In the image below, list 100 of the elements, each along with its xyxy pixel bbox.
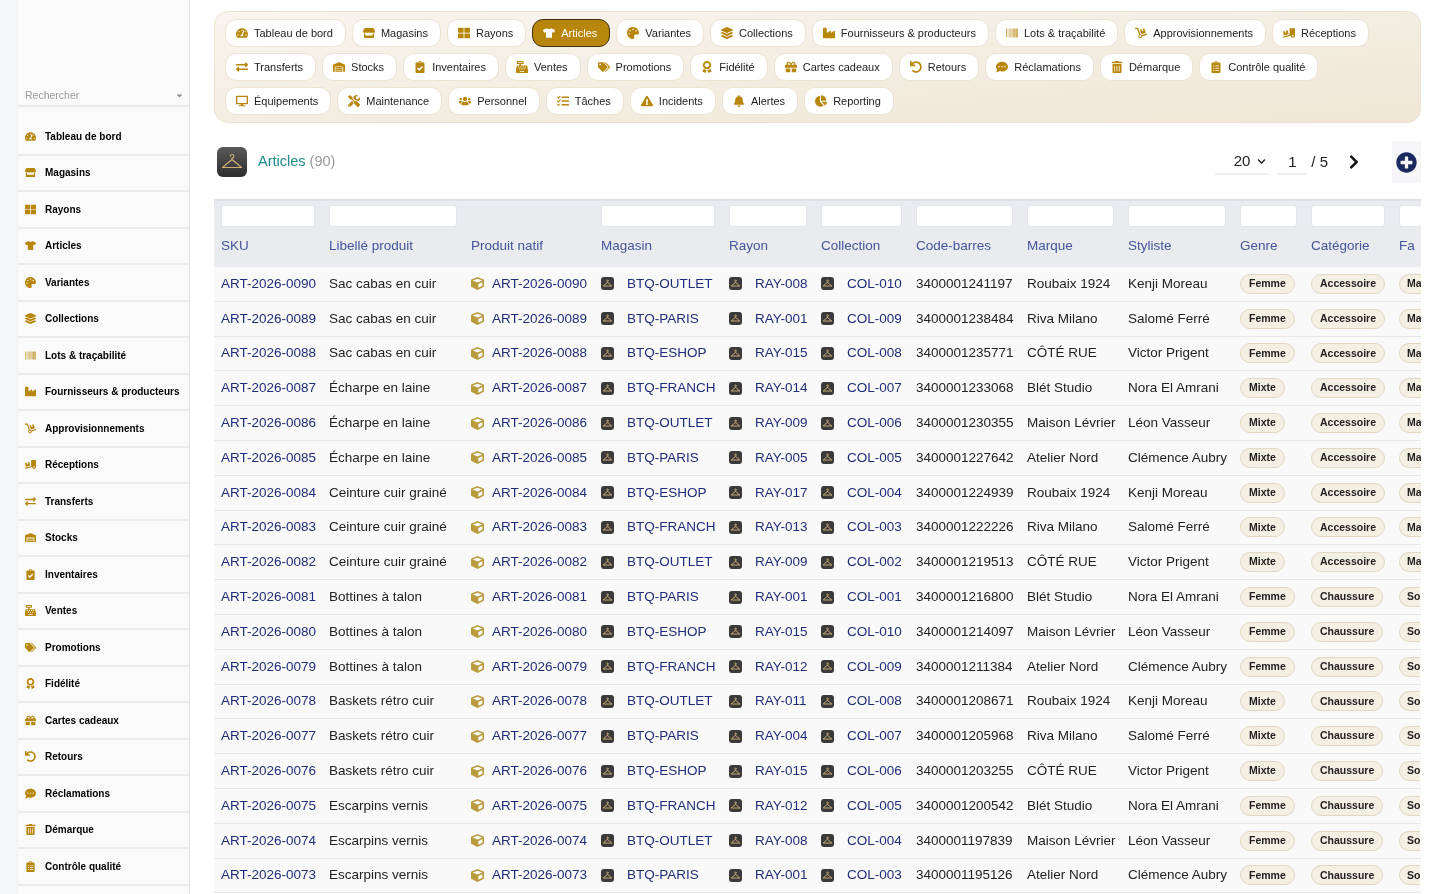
sku-link[interactable]: ART-2026-0090 (221, 273, 317, 294)
sidebar-item[interactable]: Magasins (18, 155, 189, 192)
reference-link[interactable]: BTQ-OUTLET (627, 830, 713, 851)
search-field[interactable]: Rechercher (18, 84, 189, 107)
nav-tab[interactable]: Maintenance (337, 87, 443, 115)
reference-link[interactable]: COL-008 (847, 343, 902, 364)
reference-link[interactable]: BTQ-OUTLET (627, 273, 713, 294)
sku-link[interactable]: ART-2026-0080 (221, 621, 317, 642)
nav-tab[interactable]: Contrôle qualité (1199, 53, 1319, 81)
nav-tab[interactable]: Réclamations (985, 53, 1094, 81)
nav-tab[interactable]: Retours (898, 53, 980, 81)
nav-tab[interactable]: Rayons (447, 19, 527, 47)
reference-link[interactable]: RAY-001 (755, 586, 808, 608)
sku-link[interactable]: ART-2026-0083 (221, 517, 317, 538)
reference-link[interactable]: RAY-009 (755, 552, 808, 573)
nav-tab[interactable]: Lots & traçabilité (994, 19, 1119, 47)
nav-tab[interactable]: Incidents (629, 87, 716, 115)
reference-link[interactable]: BTQ-PARIS (627, 447, 699, 468)
filter-field[interactable] (1027, 205, 1114, 227)
sku-link[interactable]: ART-2026-0078 (221, 691, 317, 712)
sku-link[interactable]: ART-2026-0088 (221, 343, 317, 364)
nav-tab[interactable]: Personnel (448, 87, 540, 115)
page-size-select[interactable]: 20 (1215, 149, 1270, 175)
sku-link[interactable]: ART-2026-0086 (221, 412, 317, 434)
reference-link[interactable]: RAY-015 (755, 760, 808, 782)
sku-link[interactable]: ART-2026-0079 (221, 656, 317, 677)
sidebar-item[interactable]: Lots & traçabilité (18, 338, 189, 375)
reference-link[interactable]: BTQ-OUTLET (627, 412, 713, 434)
sku-link[interactable]: ART-2026-0085 (221, 447, 317, 468)
sidebar-item[interactable]: Réceptions (18, 447, 189, 484)
nav-tab[interactable]: Alertes (721, 87, 799, 115)
reference-link[interactable]: COL-005 (847, 447, 902, 468)
filter-field[interactable] (329, 205, 457, 227)
nav-tab[interactable]: Transferts (225, 53, 317, 81)
reference-link[interactable]: COL-005 (847, 795, 902, 816)
nav-tab[interactable]: Démarque (1099, 53, 1194, 81)
filter-field[interactable] (1399, 205, 1421, 227)
sidebar-item[interactable]: Transferts (18, 484, 189, 521)
nav-tab[interactable]: Fidélité (690, 53, 768, 81)
sidebar-item[interactable]: Articles (18, 228, 189, 265)
nav-tab[interactable]: Cartes cadeaux (773, 53, 893, 81)
product-link[interactable]: ART-2026-0084 (492, 482, 588, 503)
sidebar-item[interactable]: Variantes (18, 265, 189, 302)
reference-link[interactable]: COL-009 (847, 308, 902, 329)
sku-link[interactable]: ART-2026-0084 (221, 482, 317, 503)
product-link[interactable]: ART-2026-0089 (492, 308, 588, 329)
reference-link[interactable]: BTQ-ESHOP (627, 482, 707, 503)
product-link[interactable]: ART-2026-0074 (492, 830, 588, 851)
reference-link[interactable]: RAY-005 (755, 447, 808, 468)
reference-link[interactable]: RAY-008 (755, 830, 808, 851)
nav-tab[interactable]: Promotions (586, 53, 685, 81)
sidebar-item[interactable]: Fidélité (18, 666, 189, 703)
nav-tab[interactable]: Variantes (616, 19, 704, 47)
product-link[interactable]: ART-2026-0075 (492, 795, 588, 816)
sku-link[interactable]: ART-2026-0077 (221, 726, 317, 747)
reference-link[interactable]: BTQ-FRANCH (627, 656, 716, 677)
nav-tab[interactable]: Magasins (351, 19, 441, 47)
product-link[interactable]: ART-2026-0090 (492, 273, 588, 294)
reference-link[interactable]: COL-009 (847, 656, 902, 677)
reference-link[interactable]: RAY-008 (755, 273, 808, 294)
nav-tab[interactable]: Ventes (504, 53, 581, 81)
reference-link[interactable]: RAY-012 (755, 656, 808, 677)
reference-link[interactable]: RAY-017 (755, 482, 808, 503)
page-input[interactable]: 1 (1277, 149, 1308, 175)
sidebar-item[interactable]: Rayons (18, 192, 189, 229)
nav-tab[interactable]: Tâches (545, 87, 624, 115)
sidebar-item[interactable]: Cartes cadeaux (18, 703, 189, 740)
reference-link[interactable]: RAY-011 (755, 691, 807, 712)
sidebar-item[interactable]: Approvisionnements (18, 411, 189, 448)
reference-link[interactable]: COL-002 (847, 552, 902, 573)
filter-field[interactable] (729, 205, 807, 227)
sidebar-item[interactable]: Contrôle qualité (18, 849, 189, 886)
sku-link[interactable]: ART-2026-0089 (221, 308, 317, 329)
filter-field[interactable] (1128, 205, 1226, 227)
reference-link[interactable]: COL-006 (847, 412, 902, 434)
reference-link[interactable]: RAY-013 (755, 517, 808, 538)
product-link[interactable]: ART-2026-0083 (492, 517, 588, 538)
reference-link[interactable]: BTQ-PARIS (627, 865, 699, 886)
reference-link[interactable]: BTQ-ESHOP (627, 760, 707, 782)
reference-link[interactable]: BTQ-PARIS (627, 308, 699, 329)
product-link[interactable]: ART-2026-0077 (492, 726, 588, 747)
reference-link[interactable]: COL-003 (847, 865, 902, 886)
reference-link[interactable]: BTQ-ESHOP (627, 343, 707, 364)
reference-link[interactable]: RAY-015 (755, 621, 808, 642)
reference-link[interactable]: RAY-014 (755, 378, 808, 399)
reference-link[interactable]: BTQ-FRANCH (627, 795, 716, 816)
nav-tab[interactable]: Approvisionnements (1124, 19, 1266, 47)
sku-link[interactable]: ART-2026-0087 (221, 378, 317, 399)
reference-link[interactable]: COL-004 (847, 830, 902, 851)
reference-link[interactable]: COL-007 (847, 726, 902, 747)
product-link[interactable]: ART-2026-0081 (492, 586, 588, 608)
nav-tab[interactable]: Fournisseurs & producteurs (811, 19, 989, 47)
filter-field[interactable] (601, 205, 715, 227)
reference-link[interactable]: BTQ-FRANCH (627, 517, 716, 538)
product-link[interactable]: ART-2026-0078 (492, 691, 588, 712)
sku-link[interactable]: ART-2026-0076 (221, 760, 317, 782)
add-button[interactable] (1392, 141, 1421, 183)
product-link[interactable]: ART-2026-0087 (492, 378, 588, 399)
sidebar-item[interactable]: Démarque (18, 812, 189, 849)
sku-link[interactable]: ART-2026-0075 (221, 795, 317, 816)
